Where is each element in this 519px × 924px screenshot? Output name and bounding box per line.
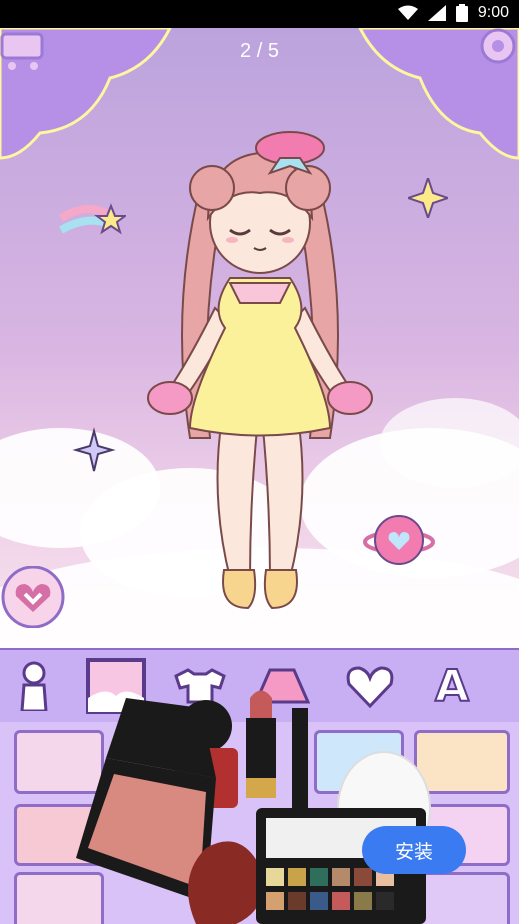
- sparkle-icon: [408, 178, 448, 218]
- tab-body[interactable]: [4, 658, 64, 714]
- install-button[interactable]: 安装: [362, 826, 466, 874]
- status-bar: 9:00: [0, 0, 519, 28]
- sparkles-icon: [72, 427, 116, 472]
- doll-character: [147, 131, 373, 610]
- cloud: [380, 398, 519, 488]
- heart-menu-button[interactable]: [0, 565, 66, 629]
- wifi-icon: [397, 5, 418, 20]
- clock: 9:00: [477, 4, 509, 21]
- page-indicator: 2 / 5: [240, 40, 279, 62]
- heart-down-button: [1, 565, 65, 629]
- shooting-star-icon: [58, 203, 126, 235]
- signal-icon: [427, 5, 446, 21]
- dress-up-game-screen: 2 / 5 A 安装: [0, 28, 519, 924]
- battery-icon: [455, 4, 468, 22]
- makeup-ad-image: [76, 690, 431, 924]
- body-tab-icon: [20, 661, 48, 711]
